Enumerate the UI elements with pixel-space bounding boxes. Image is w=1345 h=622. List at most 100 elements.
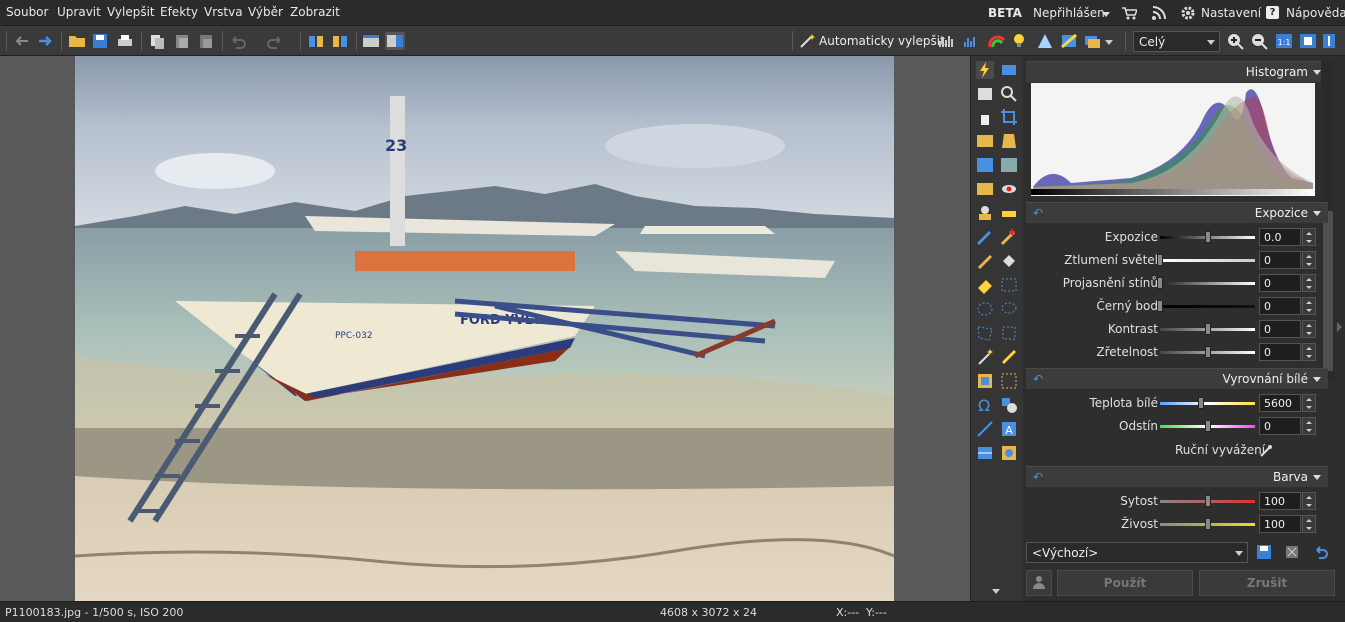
zoom-out-icon[interactable]	[1250, 32, 1270, 50]
menu-effects[interactable]: Efekty	[160, 5, 198, 19]
chevron-down-icon[interactable]	[1105, 40, 1113, 45]
gradient-icon[interactable]	[976, 180, 994, 198]
login-menu[interactable]: Nepřihlášen	[1033, 6, 1105, 20]
slider-track[interactable]	[1160, 346, 1255, 358]
spin-buttons[interactable]	[1302, 492, 1316, 510]
spin-buttons[interactable]	[1302, 343, 1316, 361]
slider-value-input[interactable]: 0	[1259, 417, 1301, 435]
slider-track[interactable]	[1160, 323, 1255, 335]
omega-icon[interactable]: Ω	[976, 396, 994, 414]
settings-link[interactable]: Nastavení	[1201, 6, 1261, 20]
brush-icon[interactable]	[976, 252, 994, 270]
slider-thumb[interactable]	[1204, 231, 1211, 243]
line-icon[interactable]	[976, 420, 994, 438]
paste-icon[interactable]	[172, 32, 192, 50]
watermark-icon[interactable]	[976, 444, 994, 462]
straighten-icon[interactable]	[976, 85, 994, 103]
spin-buttons[interactable]	[1302, 417, 1316, 435]
undo-icon[interactable]	[228, 32, 248, 50]
spin-buttons[interactable]	[1302, 274, 1316, 292]
redo-icon[interactable]	[265, 32, 285, 50]
spin-buttons[interactable]	[1302, 297, 1316, 315]
menu-enhance[interactable]: Vylepšit	[107, 5, 155, 19]
hand-icon[interactable]	[976, 108, 994, 126]
gear-icon[interactable]	[1180, 5, 1196, 21]
reset-icon[interactable]: ↶	[1033, 372, 1043, 386]
slider-track[interactable]	[1160, 231, 1255, 243]
reset-icon[interactable]: ↶	[1033, 206, 1043, 220]
slider-track[interactable]	[1157, 254, 1255, 266]
slider-thumb[interactable]	[1204, 420, 1211, 432]
frame-icon[interactable]	[976, 156, 994, 174]
slider-value-input[interactable]: 100	[1259, 492, 1301, 510]
slider-track[interactable]	[1160, 397, 1255, 409]
clone-icon[interactable]	[976, 228, 994, 246]
slider-value-input[interactable]: 0	[1259, 297, 1301, 315]
rotate-left-icon[interactable]	[306, 32, 326, 50]
menu-selection[interactable]: Výběr	[248, 5, 283, 19]
slider-value-input[interactable]: 0.0	[1259, 228, 1301, 246]
slider-thumb[interactable]	[1204, 495, 1211, 507]
healing-icon[interactable]	[1000, 228, 1018, 246]
compare-button[interactable]	[1026, 570, 1052, 596]
slider-track[interactable]	[1160, 495, 1255, 507]
back-arrow-icon[interactable]	[12, 32, 32, 50]
auto-enhance-button[interactable]: Automaticky vylepšit	[819, 34, 945, 48]
menu-view[interactable]: Zobrazit	[290, 5, 340, 19]
spin-buttons[interactable]	[1302, 228, 1316, 246]
polygon-select-icon[interactable]	[976, 324, 994, 342]
spin-buttons[interactable]	[1302, 251, 1316, 269]
undo-preset-icon[interactable]	[1313, 544, 1329, 560]
slider-track[interactable]	[1157, 300, 1255, 312]
slider-thumb[interactable]	[1157, 300, 1163, 312]
vignette-icon[interactable]	[1000, 444, 1018, 462]
slider-thumb[interactable]	[1204, 346, 1211, 358]
magic-wand-icon[interactable]	[798, 32, 818, 50]
help-icon[interactable]: ?	[1266, 6, 1279, 19]
save-icon[interactable]	[90, 32, 110, 50]
adjust-image-icon[interactable]	[1059, 32, 1079, 50]
text-icon[interactable]: A	[1000, 420, 1018, 438]
copy-icon[interactable]	[147, 32, 167, 50]
perspective-icon[interactable]	[1000, 132, 1018, 150]
help-link[interactable]: Nápověda	[1286, 6, 1345, 20]
open-folder-icon[interactable]	[67, 32, 87, 50]
slider-thumb[interactable]	[1204, 518, 1211, 530]
layout-single-icon[interactable]	[361, 32, 381, 50]
shapes-icon[interactable]	[1000, 396, 1018, 414]
layout-panel-icon[interactable]	[385, 32, 405, 50]
slider-value-input[interactable]: 0	[1259, 274, 1301, 292]
histogram-header[interactable]: Histogram	[1026, 61, 1328, 82]
zoom-in-icon[interactable]	[1226, 32, 1246, 50]
spin-buttons[interactable]	[1302, 394, 1316, 412]
save-preset-icon[interactable]	[1256, 544, 1272, 560]
rect-select-icon[interactable]	[1000, 276, 1018, 294]
lasso-icon[interactable]	[1000, 300, 1018, 318]
chevron-down-icon[interactable]	[992, 589, 1000, 594]
search-icon[interactable]	[1000, 85, 1018, 103]
spin-buttons[interactable]	[1302, 515, 1316, 533]
photo-canvas[interactable]: 23 FORD YVES PPC-032	[75, 56, 894, 601]
curves-icon[interactable]	[962, 32, 982, 50]
crop-icon[interactable]	[1000, 108, 1018, 126]
eraser-icon[interactable]	[976, 276, 994, 294]
select-all-icon[interactable]	[1000, 372, 1018, 390]
canvas-area[interactable]: 23 FORD YVES PPC-032	[0, 56, 970, 601]
menu-file[interactable]: Soubor	[6, 5, 48, 19]
cart-icon[interactable]	[1121, 5, 1137, 21]
spin-buttons[interactable]	[1302, 320, 1316, 338]
reset-icon[interactable]: ↶	[1033, 470, 1043, 484]
red-eye-icon[interactable]	[1000, 180, 1018, 198]
slider-track[interactable]	[1160, 518, 1255, 530]
paste-special-icon[interactable]	[196, 32, 216, 50]
cancel-button[interactable]: Zrušit	[1199, 570, 1335, 596]
layer-icon[interactable]	[976, 372, 994, 390]
rss-icon[interactable]	[1151, 5, 1167, 21]
fit-height-icon[interactable]	[1322, 32, 1336, 50]
slider-thumb[interactable]	[1197, 397, 1204, 409]
color-wheel-icon[interactable]	[987, 32, 1007, 50]
chevron-right-icon[interactable]	[1337, 322, 1342, 332]
slider-thumb[interactable]	[1204, 323, 1211, 335]
eyedropper-icon[interactable]	[1259, 444, 1273, 458]
magnetic-lasso-icon[interactable]	[1000, 324, 1018, 342]
